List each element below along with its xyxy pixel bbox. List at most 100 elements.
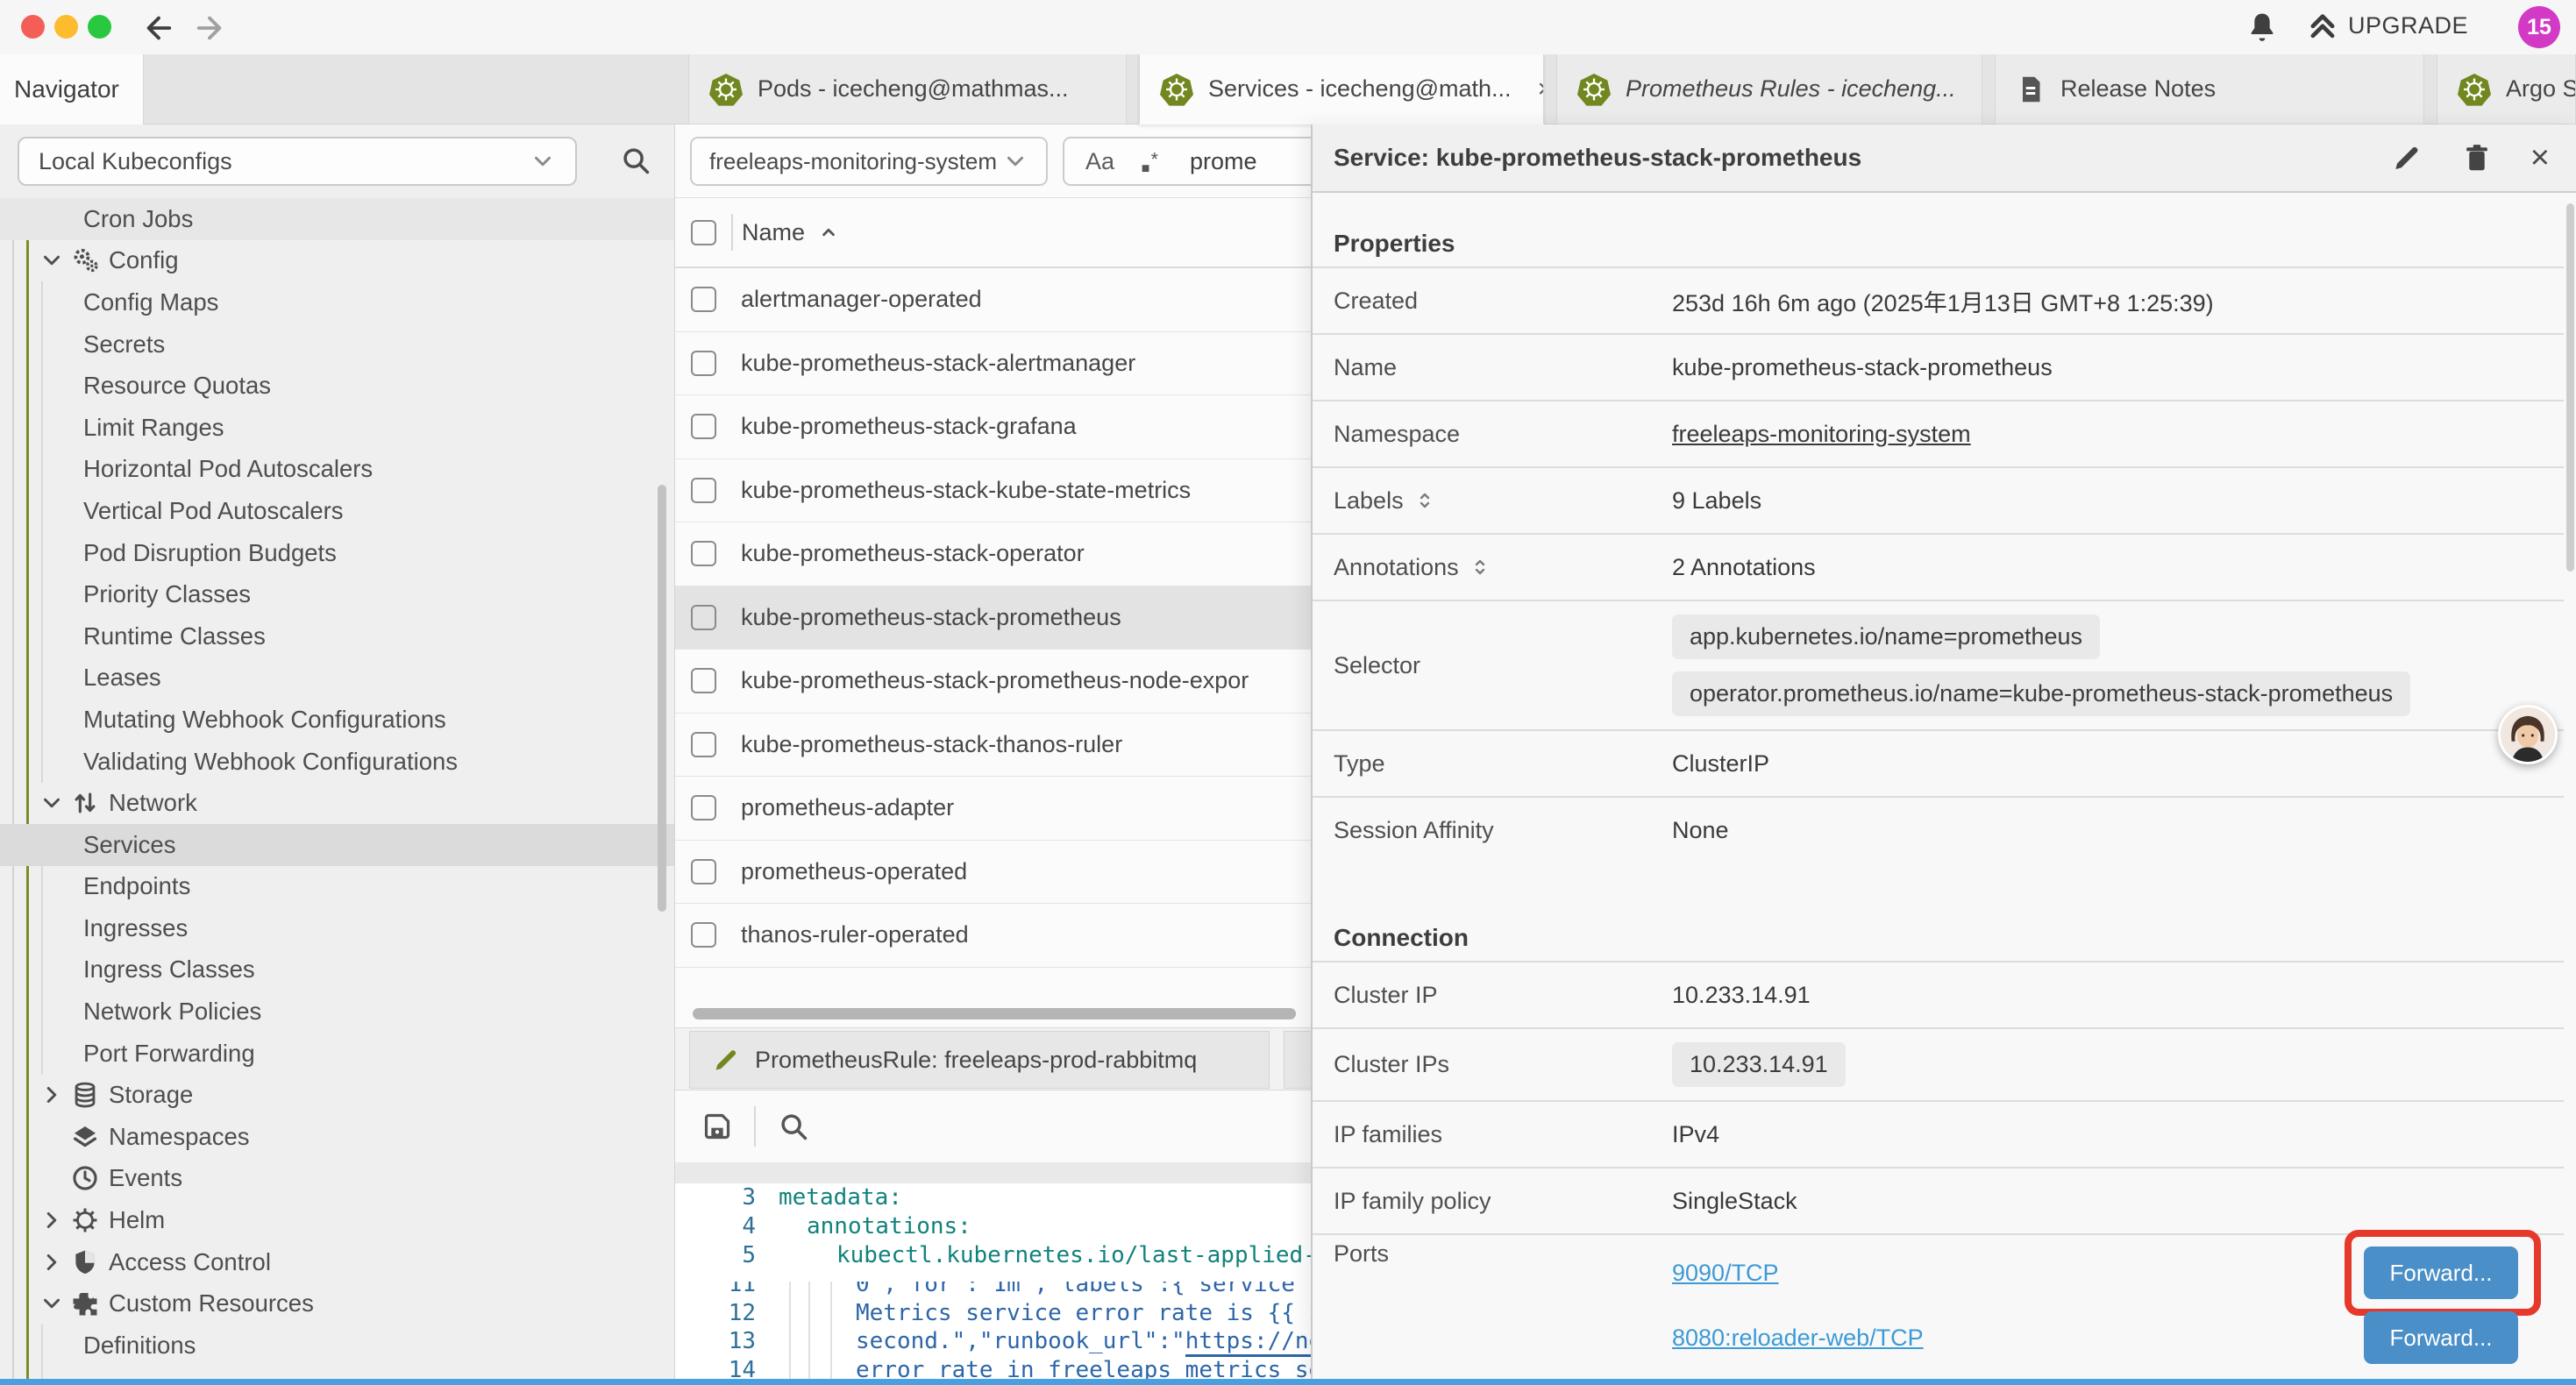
- tab-navigator[interactable]: Navigator: [0, 54, 144, 124]
- port-link[interactable]: 8080:reloader-web/TCP: [1672, 1325, 1924, 1352]
- chevron-right-icon[interactable]: [39, 1249, 65, 1275]
- chevron-right-icon[interactable]: [39, 1207, 65, 1233]
- forward-button[interactable]: Forward...: [2364, 1246, 2518, 1299]
- sort-updown-icon[interactable]: [1414, 490, 1435, 511]
- sidebar-item-cron-jobs[interactable]: Cron Jobs: [0, 198, 674, 240]
- forward-arrow-icon[interactable]: [191, 10, 228, 46]
- value-chip: app.kubernetes.io/name=prometheus: [1672, 614, 2100, 659]
- sidebar-item-priority-classes[interactable]: Priority Classes: [0, 573, 674, 615]
- sidebar-item-definitions[interactable]: Definitions: [0, 1325, 674, 1367]
- sidebar-item-label: Leases: [0, 664, 161, 692]
- sidebar-item-config[interactable]: Config: [0, 240, 674, 282]
- namespace-selector[interactable]: freeleaps-monitoring-system: [690, 137, 1048, 186]
- sidebar-item-pod-disruption-budgets[interactable]: Pod Disruption Budgets: [0, 532, 674, 574]
- match-case-toggle[interactable]: Aa: [1085, 148, 1114, 175]
- window-close-button[interactable]: [21, 15, 45, 39]
- sidebar-item-namespaces[interactable]: Namespaces: [0, 1116, 674, 1158]
- select-all-checkbox[interactable]: [691, 220, 716, 245]
- sidebar-item-port-forwarding[interactable]: Port Forwarding: [0, 1033, 674, 1075]
- sidebar-item-runtime-classes[interactable]: Runtime Classes: [0, 615, 674, 657]
- tab-argo[interactable]: Argo Se: [2437, 54, 2576, 124]
- back-arrow-icon[interactable]: [140, 10, 177, 46]
- upgrade-button[interactable]: UPGRADE: [2306, 9, 2468, 42]
- chevron-down-icon[interactable]: [39, 1290, 65, 1317]
- port-link[interactable]: 9090/TCP: [1672, 1260, 1779, 1287]
- avatar[interactable]: [2498, 705, 2558, 764]
- window-minimize-button[interactable]: [54, 15, 78, 39]
- code-text: 0","for":"1m","labels":{"service":": [856, 1271, 1336, 1297]
- notifications-bell-icon[interactable]: [2245, 10, 2280, 45]
- sidebar-item-network[interactable]: Network: [0, 782, 674, 824]
- row-checkbox[interactable]: [691, 605, 716, 630]
- row-checkbox[interactable]: [691, 478, 716, 503]
- service-name: kube-prometheus-stack-prometheus: [741, 604, 1121, 631]
- forward-button[interactable]: Forward...: [2364, 1311, 2518, 1364]
- row-checkbox[interactable]: [691, 732, 716, 757]
- property-value: 10.233.14.91: [1672, 982, 1811, 1009]
- search-icon[interactable]: [619, 144, 652, 177]
- property-label: IP families: [1313, 1121, 1672, 1148]
- namespace-link[interactable]: freeleaps-monitoring-system: [1672, 421, 1971, 448]
- sidebar-item-limit-ranges[interactable]: Limit Ranges: [0, 407, 674, 449]
- upgrade-label: UPGRADE: [2348, 12, 2468, 39]
- property-label: Namespace: [1313, 421, 1672, 448]
- sidebar-item-storage[interactable]: Storage: [0, 1074, 674, 1116]
- row-checkbox[interactable]: [691, 351, 716, 376]
- tab-label: Prometheus Rules - icecheng...: [1626, 75, 1956, 103]
- sidebar-item-horizontal-pod-autoscalers[interactable]: Horizontal Pod Autoscalers: [0, 449, 674, 491]
- property-label: Cluster IPs: [1313, 1051, 1672, 1078]
- sidebar-item-network-policies[interactable]: Network Policies: [0, 991, 674, 1033]
- sidebar-item-access-control[interactable]: Access Control: [0, 1241, 674, 1283]
- section-heading: Properties: [1334, 224, 2564, 263]
- row-checkbox[interactable]: [691, 287, 716, 312]
- sidebar-item-secrets[interactable]: Secrets: [0, 323, 674, 366]
- window-zoom-button[interactable]: [88, 15, 111, 39]
- delete-trash-icon[interactable]: [2460, 141, 2494, 174]
- chevron-down-icon[interactable]: [39, 247, 65, 273]
- sidebar-item-ingresses[interactable]: Ingresses: [0, 907, 674, 949]
- sidebar-item-events[interactable]: Events: [0, 1158, 674, 1200]
- row-checkbox[interactable]: [691, 795, 716, 820]
- tab-pods[interactable]: Pods - icecheng@mathmas...: [688, 54, 1127, 124]
- notification-count-badge[interactable]: 15: [2518, 6, 2560, 48]
- sidebar-item-vertical-pod-autoscalers[interactable]: Vertical Pod Autoscalers: [0, 490, 674, 532]
- close-icon[interactable]: ×: [2530, 141, 2550, 174]
- search-icon[interactable]: [777, 1110, 810, 1143]
- sidebar-item-validating-webhook-configurations[interactable]: Validating Webhook Configurations: [0, 741, 674, 783]
- sort-updown-icon[interactable]: [1469, 557, 1491, 578]
- chevron-right-icon[interactable]: [39, 1082, 65, 1108]
- sidebar-item-ingress-classes[interactable]: Ingress Classes: [0, 949, 674, 991]
- sidebar-item-leases[interactable]: Leases: [0, 657, 674, 700]
- horizontal-scrollbar[interactable]: [693, 1008, 1296, 1019]
- sidebar-item-custom-resources[interactable]: Custom Resources: [0, 1282, 674, 1325]
- sidebar-item-config-maps[interactable]: Config Maps: [0, 281, 674, 323]
- row-checkbox[interactable]: [691, 859, 716, 884]
- row-checkbox[interactable]: [691, 668, 716, 693]
- row-checkbox[interactable]: [691, 922, 716, 948]
- port-entry: 8080:reloader-web/TCP Forward...: [1672, 1305, 2564, 1370]
- dock-tab[interactable]: PrometheusRule: freeleaps-prod-rabbitmq: [689, 1031, 1270, 1089]
- tab-close-icon[interactable]: ×: [1538, 76, 1544, 103]
- save-icon[interactable]: [700, 1109, 735, 1144]
- regex-toggle-icon[interactable]: *: [1137, 146, 1167, 176]
- sidebar-item-services[interactable]: Services: [0, 824, 674, 866]
- filter-value[interactable]: prome: [1190, 148, 1257, 175]
- name-column-header[interactable]: Name: [742, 219, 840, 246]
- sidebar-item-resource-quotas[interactable]: Resource Quotas: [0, 365, 674, 407]
- tab-prometheus[interactable]: Prometheus Rules - icecheng...: [1556, 54, 1982, 124]
- sidebar-item-helm[interactable]: Helm: [0, 1199, 674, 1241]
- edit-pencil-icon[interactable]: [2390, 141, 2423, 174]
- row-checkbox[interactable]: [691, 541, 716, 566]
- chevron-down-icon[interactable]: [39, 790, 65, 816]
- tab-release-notes[interactable]: Release Notes: [1995, 54, 2424, 124]
- kubeconfig-selector[interactable]: Local Kubeconfigs: [18, 137, 577, 186]
- port-entry: 9090/TCP Forward...: [1672, 1240, 2564, 1305]
- tab-services[interactable]: Services - icecheng@math...×: [1139, 54, 1544, 124]
- sidebar-item-mutating-webhook-configurations[interactable]: Mutating Webhook Configurations: [0, 699, 674, 741]
- property-label: Type: [1313, 750, 1672, 778]
- sidebar-item-endpoints[interactable]: Endpoints: [0, 866, 674, 908]
- row-checkbox[interactable]: [691, 414, 716, 439]
- layers-icon: [70, 1122, 100, 1152]
- panel-scrollbar[interactable]: [2566, 203, 2574, 572]
- sidebar-scrollbar[interactable]: [658, 485, 666, 912]
